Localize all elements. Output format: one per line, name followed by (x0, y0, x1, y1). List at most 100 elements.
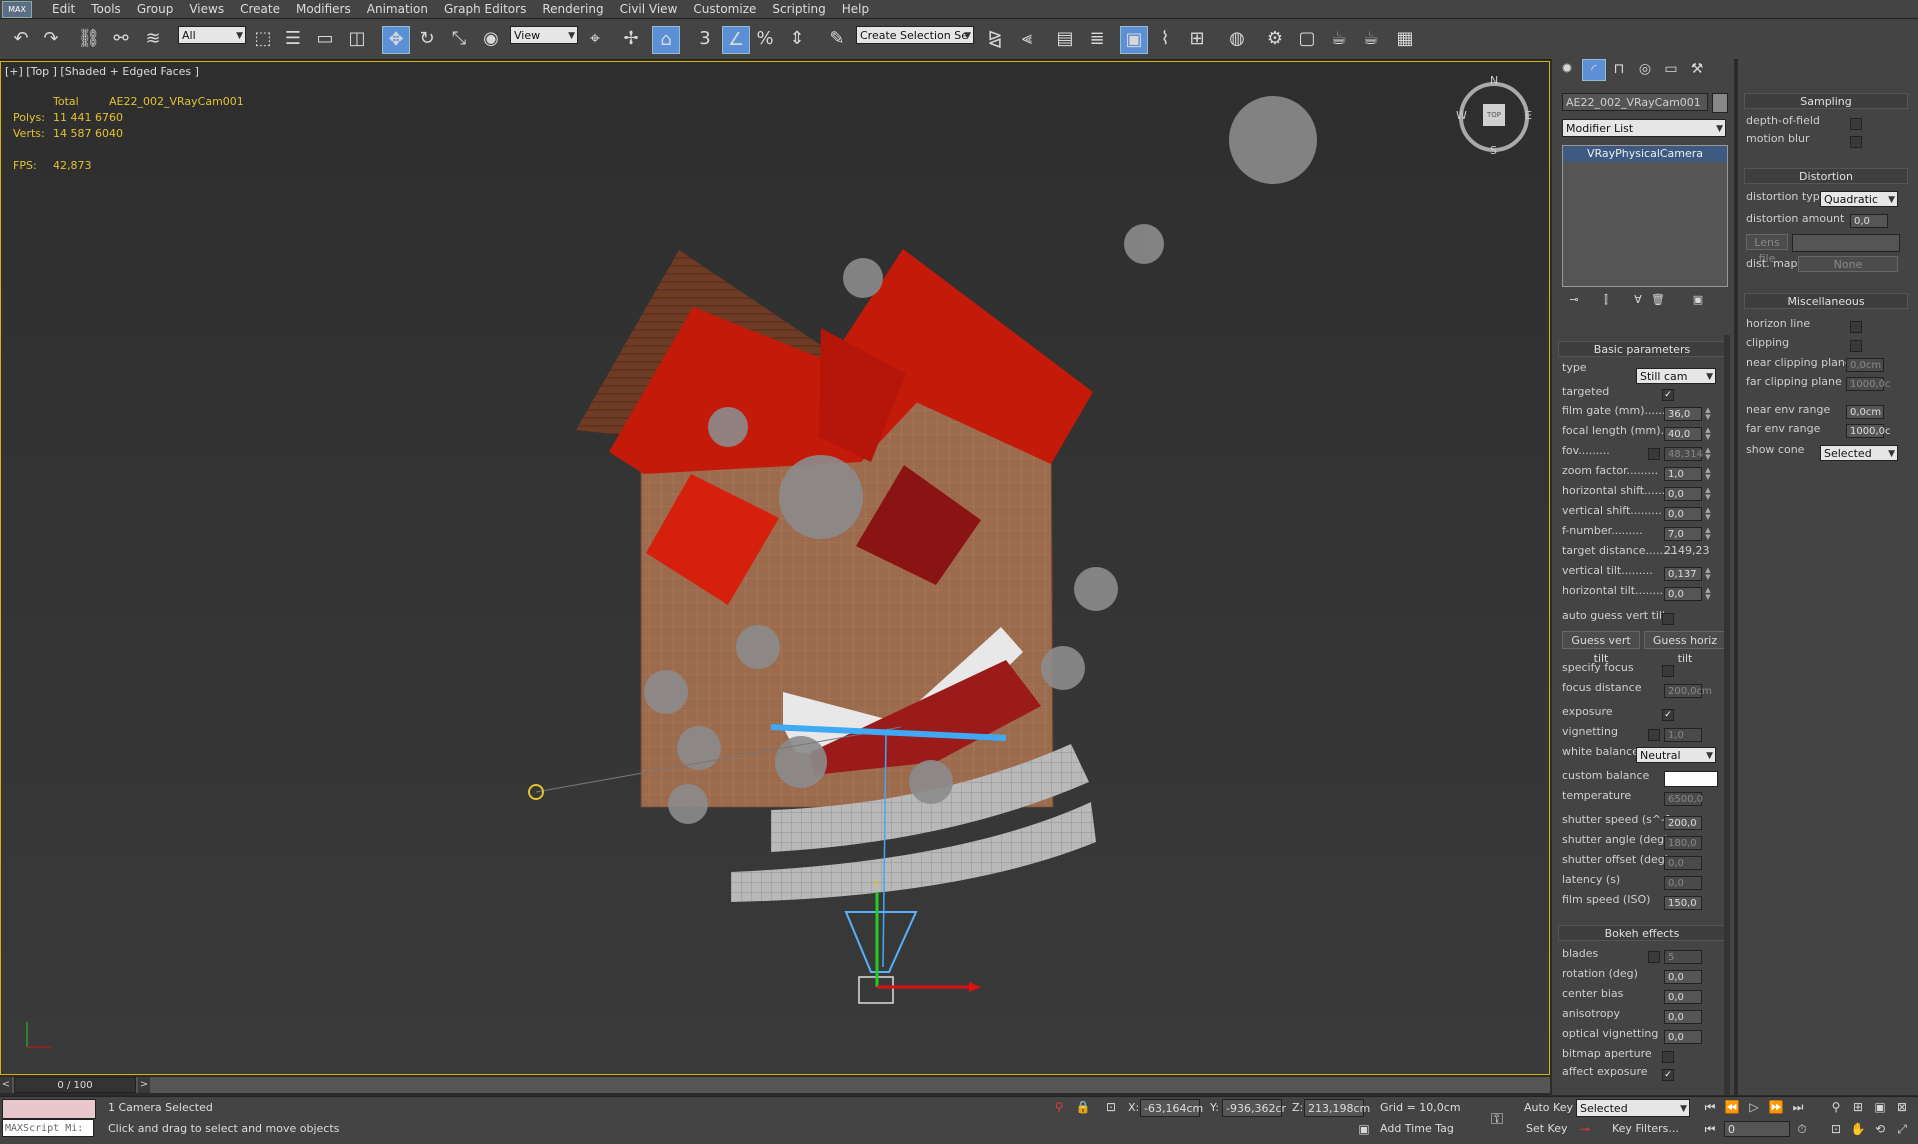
dist-map-button[interactable]: None (1798, 256, 1898, 272)
reference-coord-dropdown[interactable]: View ▼ (510, 26, 578, 44)
spinner-arrows-icon[interactable]: ▲ ▼ (1704, 527, 1712, 541)
spinner-arrows-icon[interactable]: ▲ ▼ (1704, 487, 1712, 501)
schematic-view-icon[interactable]: ⊞ (1184, 26, 1210, 52)
distortion-amount-spinner[interactable]: 0,0 (1850, 214, 1888, 228)
time-prev-icon[interactable]: < (0, 1077, 12, 1093)
object-name-field[interactable]: AE22_002_VRayCam001 (1562, 93, 1708, 111)
remove-modifier-icon[interactable]: 🗑 (1648, 291, 1668, 309)
edit-named-selection-icon[interactable]: ✎ (824, 26, 850, 52)
blades-checkbox[interactable] (1648, 951, 1660, 963)
select-by-name-icon[interactable]: ☰ (280, 26, 306, 52)
param-spinner[interactable]: 36,0 (1664, 407, 1702, 421)
menu-rendering[interactable]: Rendering (542, 0, 619, 18)
vignetting-spinner[interactable]: 1,0 (1664, 728, 1702, 742)
selection-filter-dropdown[interactable]: All ▼ (178, 26, 246, 44)
make-unique-icon[interactable]: ∀ (1628, 291, 1648, 309)
ribbon-toggle-icon[interactable]: ▣ (1120, 26, 1148, 54)
optical-vignetting-spinner[interactable]: 0,0 (1664, 1030, 1702, 1044)
select-move-icon[interactable]: ✥ (382, 26, 410, 54)
go-to-start-icon[interactable]: ⏮ (1700, 1097, 1720, 1117)
lens-file-button[interactable]: Lens file (1746, 234, 1788, 265)
motion-blur-checkbox[interactable] (1850, 136, 1862, 148)
exposure-checkbox[interactable]: ✓ (1662, 709, 1674, 721)
auto-key-button[interactable]: Auto Key (1524, 1101, 1573, 1114)
menu-help[interactable]: Help (842, 0, 885, 18)
param-spinner[interactable]: 48,314 (1664, 447, 1703, 461)
motion-tab-icon[interactable]: ◎ (1634, 59, 1656, 79)
panel-scrollbar[interactable] (1724, 335, 1730, 1095)
object-color-swatch[interactable] (1712, 93, 1728, 113)
far-clipping-spinner[interactable]: 1000,0c (1846, 377, 1891, 391)
place-icon[interactable]: ◉ (478, 26, 504, 52)
affect-exposure-checkbox[interactable]: ✓ (1662, 1069, 1674, 1081)
isolate-selection-icon[interactable]: ⚲ (1050, 1097, 1068, 1117)
modifier-list-dropdown[interactable]: Modifier List ▼ (1562, 119, 1726, 137)
key-mode-toggle-icon[interactable]: ⏮ (1700, 1119, 1720, 1139)
maximize-viewport-icon[interactable]: ⤢ (1892, 1119, 1912, 1139)
pin-stack-icon[interactable]: ⊸ (1564, 291, 1584, 309)
modifier-stack[interactable]: VRayPhysicalCamera (1562, 145, 1728, 287)
curve-editor-icon[interactable]: ⌇ (1152, 26, 1178, 52)
zoom-icon[interactable]: ⚲ (1826, 1097, 1846, 1117)
param-spinner[interactable]: 7,0 (1664, 527, 1702, 541)
param-spinner[interactable]: 0,0 (1664, 587, 1702, 601)
y-coord-field[interactable]: -936,362cr (1222, 1099, 1286, 1117)
play-icon[interactable]: ▷ (1744, 1097, 1764, 1117)
show-end-result-icon[interactable]: ⫿ (1596, 291, 1616, 309)
add-time-tag-label[interactable]: Add Time Tag (1380, 1122, 1454, 1135)
undo-icon[interactable]: ↶ (8, 26, 34, 52)
show-cone-dropdown[interactable]: Selected ▼ (1820, 445, 1898, 461)
spinner-arrows-icon[interactable]: ▲ ▼ (1704, 587, 1712, 601)
menu-civil-view[interactable]: Civil View (620, 0, 694, 18)
auto-guess-checkbox[interactable] (1662, 613, 1674, 625)
keyboard-shortcut-toggle-icon[interactable]: ⌂ (652, 26, 680, 54)
render-setup-icon[interactable]: ⚙ (1262, 26, 1288, 52)
unlink-icon[interactable]: ⚯ (108, 26, 134, 52)
far-env-spinner[interactable]: 1000,0c (1846, 424, 1891, 438)
viewcube-top[interactable]: TOP (1483, 104, 1505, 126)
specify-focus-checkbox[interactable] (1662, 665, 1674, 677)
spinner-arrows-icon[interactable]: ▲ ▼ (1704, 467, 1712, 481)
shutter-speed-spinner[interactable]: 200,0 (1664, 816, 1702, 830)
menu-customize[interactable]: Customize (693, 0, 772, 18)
menu-modifiers[interactable]: Modifiers (296, 0, 367, 18)
spinner-arrows-icon[interactable]: ▲ ▼ (1704, 567, 1712, 581)
time-next-icon[interactable]: > (138, 1077, 150, 1093)
selection-lock-icon[interactable]: 🔒 (1074, 1097, 1092, 1117)
near-clipping-spinner[interactable]: 0,0cm (1846, 358, 1884, 372)
param-spinner[interactable]: 1,0 (1664, 467, 1702, 481)
menu-scripting[interactable]: Scripting (772, 0, 841, 18)
time-slider[interactable]: < 0 / 100 > (0, 1077, 1550, 1093)
film-speed-spinner[interactable]: 150,0 (1664, 896, 1702, 910)
angle-snap-icon[interactable]: ∠ (722, 26, 750, 54)
param-spinner[interactable]: 0,0 (1664, 507, 1702, 521)
utilities-tab-icon[interactable]: ⚒ (1686, 59, 1708, 79)
spinner-arrows-icon[interactable]: ▲ ▼ (1704, 507, 1712, 521)
param-spinner[interactable]: 40,0 (1664, 427, 1702, 441)
param-spinner[interactable]: 0,137 (1664, 567, 1702, 581)
modify-tab-icon[interactable]: ◜ (1582, 59, 1606, 81)
go-to-end-icon[interactable]: ⏭ (1788, 1097, 1808, 1117)
absolute-mode-icon[interactable]: ⊡ (1102, 1097, 1120, 1117)
vignetting-checkbox[interactable] (1648, 729, 1660, 741)
pan-icon[interactable]: ✋ (1848, 1119, 1868, 1139)
time-tag-icon[interactable]: ▣ (1355, 1119, 1373, 1139)
scene-canvas[interactable] (1, 62, 1549, 1074)
dof-checkbox[interactable] (1850, 118, 1862, 130)
select-scale-icon[interactable]: ⤡ (446, 26, 472, 52)
camera-type-dropdown[interactable]: Still cam ▼ (1636, 368, 1716, 384)
set-key-button[interactable]: Set Key (1526, 1122, 1568, 1135)
display-tab-icon[interactable]: ▭ (1660, 59, 1682, 79)
vray-frame-buffer-icon[interactable]: ▦ (1392, 26, 1418, 52)
stack-item-vray-physical-camera[interactable]: VRayPhysicalCamera (1563, 146, 1727, 162)
white-balance-dropdown[interactable]: Neutral ▼ (1636, 747, 1716, 763)
guess-horiz-tilt-button[interactable]: Guess horiz tilt (1644, 631, 1726, 665)
shutter-angle-spinner[interactable]: 180,0 (1664, 836, 1702, 850)
menu-tools[interactable]: Tools (91, 0, 137, 18)
param-spinner[interactable]: 0,0 (1664, 487, 1702, 501)
horizon-line-checkbox[interactable] (1850, 321, 1862, 333)
spinner-arrows-icon[interactable]: ▲ ▼ (1704, 447, 1712, 461)
bitmap-aperture-checkbox[interactable] (1662, 1051, 1674, 1063)
lens-file-field[interactable] (1792, 234, 1900, 252)
bokeh-effects-header[interactable]: Bokeh effects (1558, 925, 1726, 941)
